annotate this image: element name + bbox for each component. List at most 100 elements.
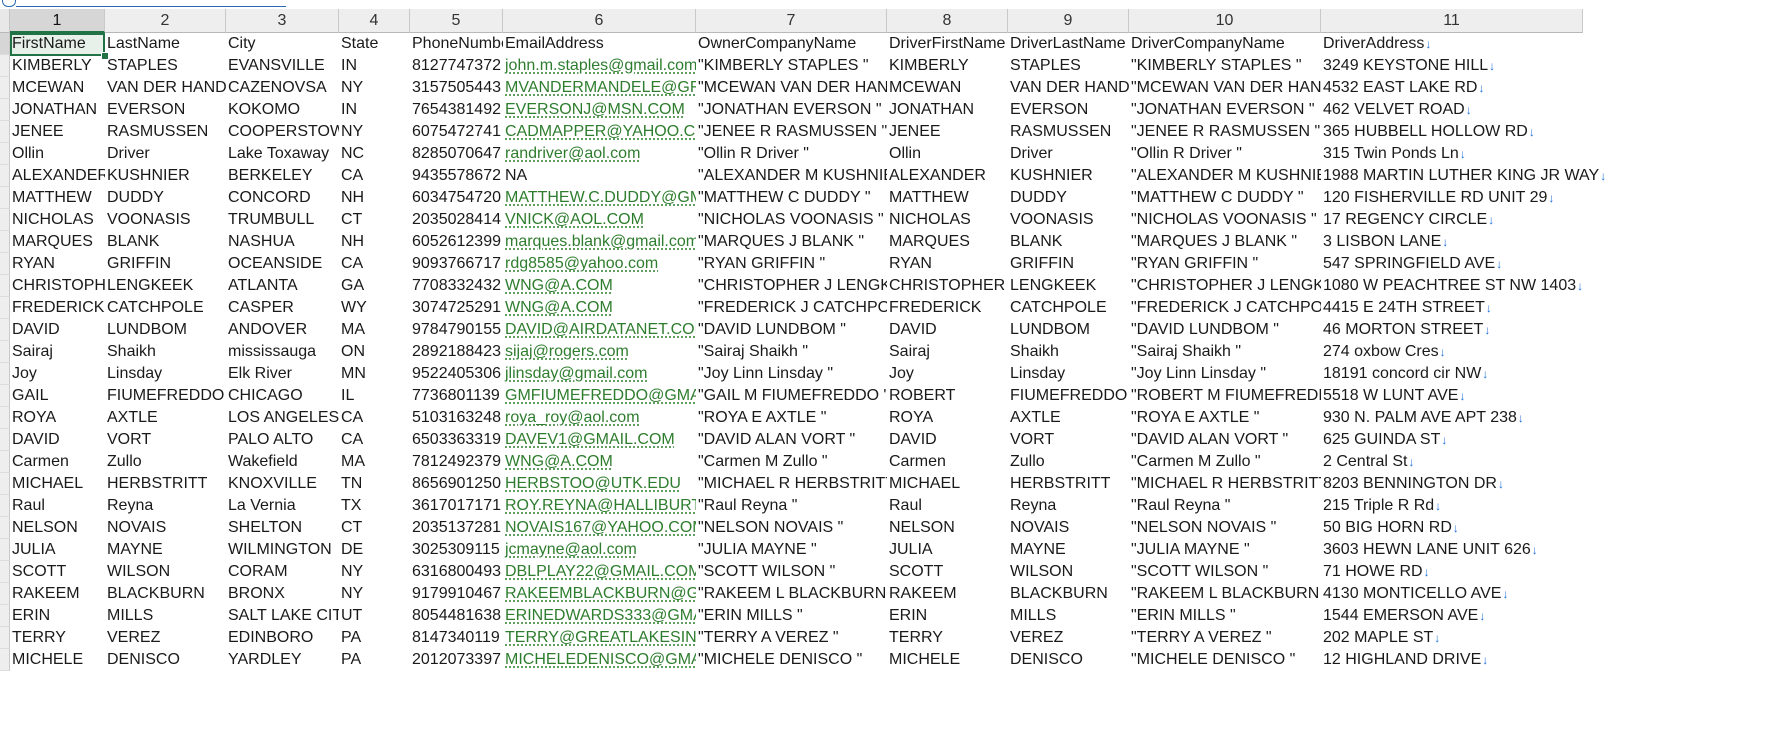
table-cell[interactable]: "RYAN GRIFFIN " — [1129, 253, 1321, 275]
table-cell[interactable]: CONCORD — [226, 187, 339, 209]
table-cell[interactable]: LOS ANGELES — [226, 407, 339, 429]
table-cell[interactable]: "DAVID ALAN VORT " — [1129, 429, 1321, 451]
table-cell[interactable]: "GAIL M FIUMEFREDDO " — [696, 385, 887, 407]
table-cell[interactable]: MILLS — [1008, 605, 1129, 627]
table-cell[interactable]: DAVID — [10, 319, 105, 341]
table-cell[interactable]: 3249 KEYSTONE HILL↓ — [1321, 55, 1583, 77]
table-cell[interactable]: KOKOMO — [226, 99, 339, 121]
table-cell[interactable]: KNOXVILLE — [226, 473, 339, 495]
table-cell[interactable]: CA — [339, 429, 410, 451]
table-cell[interactable]: WNG@A.COM — [503, 451, 696, 473]
table-cell[interactable]: ROY.REYNA@HALLIBURTON.COM — [503, 495, 696, 517]
row-header[interactable] — [0, 385, 10, 407]
table-cell[interactable]: YARDLEY — [226, 649, 339, 671]
table-cell[interactable]: Wakefield — [226, 451, 339, 473]
header-cell-ownercompanyname[interactable]: OwnerCompanyName — [696, 33, 887, 55]
spreadsheet-grid[interactable]: 1 2 3 4 5 6 7 8 9 10 11 FirstName LastName City State P… — [0, 9, 1790, 756]
table-cell[interactable]: NA — [503, 165, 696, 187]
table-cell[interactable]: LENGKEEK — [1008, 275, 1129, 297]
row-header[interactable] — [0, 473, 10, 495]
table-cell[interactable]: CHICAGO — [226, 385, 339, 407]
table-cell[interactable]: Zullo — [105, 451, 226, 473]
table-cell[interactable]: RASMUSSEN — [105, 121, 226, 143]
table-cell[interactable]: Sairaj — [10, 341, 105, 363]
row-header[interactable] — [0, 143, 10, 165]
table-cell[interactable]: 3603 HEWN LANE UNIT 626↓ — [1321, 539, 1583, 561]
table-cell[interactable]: "Raul Reyna " — [696, 495, 887, 517]
table-cell[interactable]: Joy — [887, 363, 1008, 385]
table-cell[interactable]: DENISCO — [105, 649, 226, 671]
row-header[interactable] — [0, 583, 10, 605]
table-cell[interactable]: BLACKBURN — [1008, 583, 1129, 605]
table-cell[interactable]: "CHRISTOPHER J LENGKEEK " — [1129, 275, 1321, 297]
table-cell[interactable]: DAVID — [887, 429, 1008, 451]
table-cell[interactable]: WY — [339, 297, 410, 319]
table-cell[interactable]: DUDDY — [105, 187, 226, 209]
table-cell[interactable]: DUDDY — [1008, 187, 1129, 209]
table-cell[interactable]: PA — [339, 627, 410, 649]
table-cell[interactable]: 50 BIG HORN RD↓ — [1321, 517, 1583, 539]
table-cell[interactable]: "RAKEEM L BLACKBURN " — [696, 583, 887, 605]
table-cell[interactable]: 3025309115 — [410, 539, 503, 561]
header-cell-driverlastname[interactable]: DriverLastName — [1008, 33, 1129, 55]
table-cell[interactable]: NY — [339, 77, 410, 99]
table-cell[interactable]: "CHRISTOPHER J LENGKEEK " — [696, 275, 887, 297]
table-cell[interactable]: "Carmen M Zullo " — [696, 451, 887, 473]
row-header[interactable] — [0, 605, 10, 627]
column-header-4[interactable]: 4 — [339, 9, 410, 33]
table-cell[interactable]: ALEXANDER — [10, 165, 105, 187]
table-cell[interactable]: 625 GUINDA ST↓ — [1321, 429, 1583, 451]
table-cell[interactable]: CORAM — [226, 561, 339, 583]
table-cell[interactable]: 17 REGENCY CIRCLE↓ — [1321, 209, 1583, 231]
table-cell[interactable]: VAN DER HANDEL — [105, 77, 226, 99]
table-cell[interactable]: 9522405306 — [410, 363, 503, 385]
table-cell[interactable]: CADMAPPER@YAHOO.COM — [503, 121, 696, 143]
table-cell[interactable]: PALO ALTO — [226, 429, 339, 451]
table-cell[interactable]: 6316800493 — [410, 561, 503, 583]
table-cell[interactable]: NH — [339, 231, 410, 253]
table-cell[interactable]: GAIL — [10, 385, 105, 407]
table-cell[interactable]: ON — [339, 341, 410, 363]
table-cell[interactable]: CHRISTOPHER — [10, 275, 105, 297]
table-cell[interactable]: ROYA — [10, 407, 105, 429]
table-cell[interactable]: RAKEEMBLACKBURN@GMAIL.COM — [503, 583, 696, 605]
table-cell[interactable]: CASPER — [226, 297, 339, 319]
table-cell[interactable]: 274 oxbow Cres↓ — [1321, 341, 1583, 363]
table-cell[interactable]: "MCEWAN VAN DER HANDEL " — [696, 77, 887, 99]
table-cell[interactable]: 8656901250 — [410, 473, 503, 495]
table-cell[interactable]: 8147340119 — [410, 627, 503, 649]
table-cell[interactable]: ROYA — [887, 407, 1008, 429]
table-cell[interactable]: "JULIA MAYNE " — [1129, 539, 1321, 561]
table-cell[interactable]: 9093766717 — [410, 253, 503, 275]
table-cell[interactable]: RASMUSSEN — [1008, 121, 1129, 143]
table-cell[interactable]: DAVID — [887, 319, 1008, 341]
table-cell[interactable]: "MICHELE DENISCO " — [1129, 649, 1321, 671]
table-cell[interactable]: "DAVID LUNDBOM " — [696, 319, 887, 341]
table-cell[interactable]: "KIMBERLY STAPLES " — [696, 55, 887, 77]
table-cell[interactable]: COOPERSTOWN — [226, 121, 339, 143]
table-cell[interactable]: 462 VELVET ROAD↓ — [1321, 99, 1583, 121]
row-header[interactable] — [0, 55, 10, 77]
table-cell[interactable]: EVERSON — [1008, 99, 1129, 121]
table-cell[interactable]: "ALEXANDER M KUSHNIER " — [696, 165, 887, 187]
table-cell[interactable]: NY — [339, 561, 410, 583]
table-cell[interactable]: VOONASIS — [1008, 209, 1129, 231]
table-cell[interactable]: MAYNE — [105, 539, 226, 561]
table-cell[interactable]: rdg8585@yahoo.com — [503, 253, 696, 275]
row-header[interactable] — [0, 341, 10, 363]
table-cell[interactable]: 5518 W LUNT AVE↓ — [1321, 385, 1583, 407]
row-header[interactable] — [0, 517, 10, 539]
table-cell[interactable]: GRIFFIN — [105, 253, 226, 275]
table-cell[interactable]: "ROYA E AXTLE " — [696, 407, 887, 429]
table-cell[interactable]: 3074725291 — [410, 297, 503, 319]
table-cell[interactable]: 6034754720 — [410, 187, 503, 209]
table-cell[interactable]: 315 Twin Ponds Ln↓ — [1321, 143, 1583, 165]
table-cell[interactable]: 4415 E 24TH STREET↓ — [1321, 297, 1583, 319]
table-cell[interactable]: 8127747372 — [410, 55, 503, 77]
table-cell[interactable]: DAVEV1@GMAIL.COM — [503, 429, 696, 451]
table-cell[interactable]: Linsday — [105, 363, 226, 385]
table-cell[interactable]: Elk River — [226, 363, 339, 385]
table-cell[interactable]: CA — [339, 253, 410, 275]
table-cell[interactable]: EVERSON — [105, 99, 226, 121]
select-all-corner[interactable] — [0, 9, 10, 33]
